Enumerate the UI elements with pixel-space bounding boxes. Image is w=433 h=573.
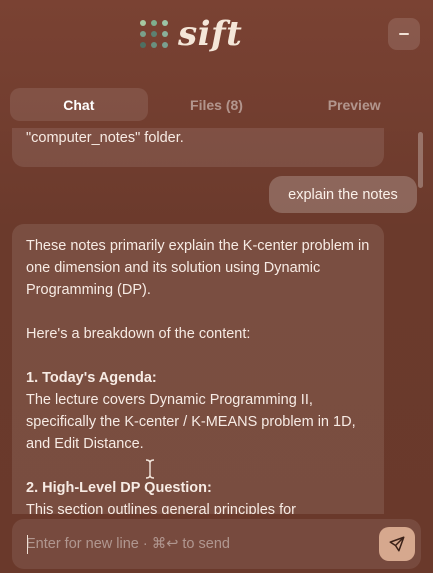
message-paragraph: Here's a breakdown of the content: <box>26 326 251 342</box>
logo-dot <box>151 20 157 26</box>
message-text: "computer_notes" folder. <box>26 130 184 146</box>
minus-icon <box>399 33 409 35</box>
header: sift <box>0 0 433 80</box>
section-body: This section outlines general principles… <box>26 502 296 514</box>
logo-dot <box>162 42 168 48</box>
scrollbar-thumb[interactable] <box>418 132 423 188</box>
section-heading: 2. High-Level DP Question: <box>26 480 212 496</box>
logo-dot <box>162 20 168 26</box>
minimize-button[interactable] <box>388 18 420 50</box>
message-paragraph: These notes primarily explain the K-cent… <box>26 238 370 298</box>
user-message: explain the notes <box>269 176 417 213</box>
tab-preview[interactable]: Preview <box>285 88 423 121</box>
paper-plane-icon <box>389 536 405 552</box>
logo-dot <box>140 42 146 48</box>
logo-dots-icon <box>140 20 168 48</box>
logo-dot <box>162 31 168 37</box>
message-text: explain the notes <box>288 186 398 203</box>
tab-files[interactable]: Files (8) <box>148 88 286 121</box>
message-input[interactable] <box>26 532 366 556</box>
message-section: 2. High-Level DP Question: This section … <box>26 477 370 514</box>
message-section: 1. Today's Agenda: The lecture covers Dy… <box>26 367 370 455</box>
composer <box>12 519 421 569</box>
logo-dot <box>140 20 146 26</box>
text-cursor-icon <box>145 459 155 479</box>
input-caret <box>27 535 28 554</box>
logo-dot <box>140 31 146 37</box>
app-window: sift Chat Files (8) Preview "computer_no… <box>0 0 433 573</box>
logo-dot <box>151 31 157 37</box>
app-name: sift <box>178 14 243 54</box>
send-button[interactable] <box>379 527 415 561</box>
section-body: The lecture covers Dynamic Programming I… <box>26 392 356 452</box>
tab-bar: Chat Files (8) Preview <box>10 87 423 122</box>
chat-thread: "computer_notes" folder. explain the not… <box>0 128 433 514</box>
assistant-message-previous: "computer_notes" folder. <box>12 128 384 167</box>
section-heading: 1. Today's Agenda: <box>26 370 157 386</box>
tab-chat[interactable]: Chat <box>10 88 148 121</box>
logo-dot <box>151 42 157 48</box>
app-logo: sift <box>140 14 242 54</box>
assistant-message: These notes primarily explain the K-cent… <box>12 224 384 514</box>
